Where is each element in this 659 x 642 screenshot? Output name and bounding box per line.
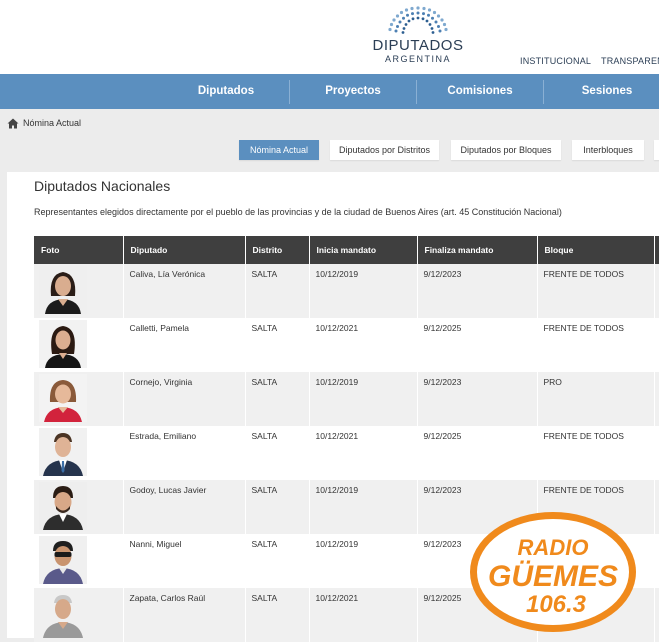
site-header: DIPUTADOS ARGENTINA INSTITUCIONAL TRANSP… [0, 0, 659, 74]
deputy-district: SALTA [245, 534, 310, 588]
photo-cell [34, 480, 124, 534]
mandate-start: 10/12/2019 [309, 534, 418, 588]
tab-diputados-por-bloques[interactable]: Diputados por Bloques [451, 140, 561, 160]
site-logo[interactable]: DIPUTADOS ARGENTINA [368, 2, 468, 68]
deputy-photo[interactable] [39, 428, 87, 476]
page-description: Representantes elegidos directamente por… [34, 207, 562, 217]
deputy-bloque: PRO [537, 372, 655, 426]
watermark-line1: RADIO [518, 535, 589, 560]
nav-item-sesiones[interactable]: Sesiones [544, 74, 659, 109]
deputy-name[interactable]: Estrada, Emiliano [123, 426, 246, 480]
hemicycle-logo-icon [388, 6, 448, 34]
watermark-line3: 106.3 [526, 591, 587, 618]
photo-cell [34, 534, 124, 588]
deputy-name[interactable]: Cornejo, Virginia [123, 372, 246, 426]
mandate-start: 10/12/2021 [309, 588, 418, 642]
deputy-district: SALTA [245, 318, 310, 372]
table-row: Cornejo, Virginia SALTA 10/12/2019 9/12/… [34, 372, 659, 426]
deputy-name[interactable]: Caliva, Lía Verónica [123, 264, 246, 318]
deputy-photo[interactable] [39, 320, 87, 368]
breadcrumb-current: Nómina Actual [23, 118, 82, 128]
overflow-cell [654, 318, 659, 372]
table-header-row: Foto Diputado Distrito Inicia mandato Fi… [34, 236, 659, 264]
column-header-diputado[interactable]: Diputado [123, 236, 246, 264]
mandate-start: 10/12/2019 [309, 264, 418, 318]
deputy-name[interactable]: Nanni, Miguel [123, 534, 246, 588]
nav-item-proyectos[interactable]: Proyectos [290, 74, 416, 109]
overflow-cell [654, 534, 659, 588]
deputy-bloque: FRENTE DE TODOS [537, 318, 655, 372]
photo-cell [34, 426, 124, 480]
mandate-end: 9/12/2025 [417, 426, 538, 480]
mandate-end: 9/12/2023 [417, 264, 538, 318]
deputy-district: SALTA [245, 480, 310, 534]
column-header-foto[interactable]: Foto [34, 236, 124, 264]
top-link-institucional[interactable]: INSTITUCIONAL [520, 56, 591, 66]
tab-diputados-por-distritos[interactable]: Diputados por Distritos [330, 140, 439, 160]
deputy-bloque: FRENTE DE TODOS [537, 426, 655, 480]
mandate-end: 9/12/2023 [417, 372, 538, 426]
overflow-cell [654, 426, 659, 480]
deputy-photo[interactable] [39, 266, 87, 314]
overflow-cell [654, 480, 659, 534]
breadcrumb: Nómina Actual [7, 116, 81, 130]
nav-item-comisiones[interactable]: Comisiones [417, 74, 543, 109]
deputy-name[interactable]: Zapata, Carlos Raúl [123, 588, 246, 642]
logo-subtitle: ARGENTINA [384, 54, 451, 64]
photo-cell [34, 318, 124, 372]
watermark-line2: GÜEMES [488, 560, 618, 593]
column-header-overflow [654, 236, 659, 264]
page-title: Diputados Nacionales [34, 178, 171, 194]
top-link-transparencia[interactable]: TRANSPARENC [601, 56, 659, 66]
table-row: Calletti, Pamela SALTA 10/12/2021 9/12/2… [34, 318, 659, 372]
photo-cell [34, 264, 124, 318]
deputy-district: SALTA [245, 264, 310, 318]
deputy-name[interactable]: Calletti, Pamela [123, 318, 246, 372]
deputy-district: SALTA [245, 372, 310, 426]
overflow-cell [654, 264, 659, 318]
mandate-start: 10/12/2021 [309, 318, 418, 372]
tab-nomina-actual[interactable]: Nómina Actual [239, 140, 319, 160]
column-header-inicia-mandato[interactable]: Inicia mandato [309, 236, 418, 264]
deputy-photo[interactable] [39, 590, 87, 638]
column-header-finaliza-mandato[interactable]: Finaliza mandato [417, 236, 538, 264]
overflow-cell [654, 372, 659, 426]
table-row: Caliva, Lía Verónica SALTA 10/12/2019 9/… [34, 264, 659, 318]
photo-cell [34, 372, 124, 426]
deputy-photo[interactable] [39, 374, 87, 422]
column-header-distrito[interactable]: Distrito [245, 236, 310, 264]
overflow-cell [654, 588, 659, 642]
nav-item-diputados[interactable]: Diputados [163, 74, 289, 109]
mandate-end: 9/12/2025 [417, 318, 538, 372]
logo-title: DIPUTADOS [372, 37, 464, 54]
column-header-bloque[interactable]: Bloque [537, 236, 655, 264]
deputy-district: SALTA [245, 426, 310, 480]
mandate-start: 10/12/2021 [309, 426, 418, 480]
mandate-start: 10/12/2019 [309, 372, 418, 426]
tab-interbloques[interactable]: Interbloques [572, 140, 644, 160]
radio-guemes-watermark: RADIO GÜEMES 106.3 [468, 510, 638, 635]
deputy-bloque: FRENTE DE TODOS [537, 264, 655, 318]
deputy-district: SALTA [245, 588, 310, 642]
photo-cell [34, 588, 124, 642]
deputy-photo[interactable] [39, 536, 87, 584]
deputy-photo[interactable] [39, 482, 87, 530]
home-icon[interactable] [7, 118, 19, 129]
tab-overflow[interactable] [654, 140, 659, 160]
main-nav: Diputados Proyectos Comisiones Sesiones [0, 74, 659, 109]
table-row: Estrada, Emiliano SALTA 10/12/2021 9/12/… [34, 426, 659, 480]
mandate-start: 10/12/2019 [309, 480, 418, 534]
deputy-name[interactable]: Godoy, Lucas Javier [123, 480, 246, 534]
